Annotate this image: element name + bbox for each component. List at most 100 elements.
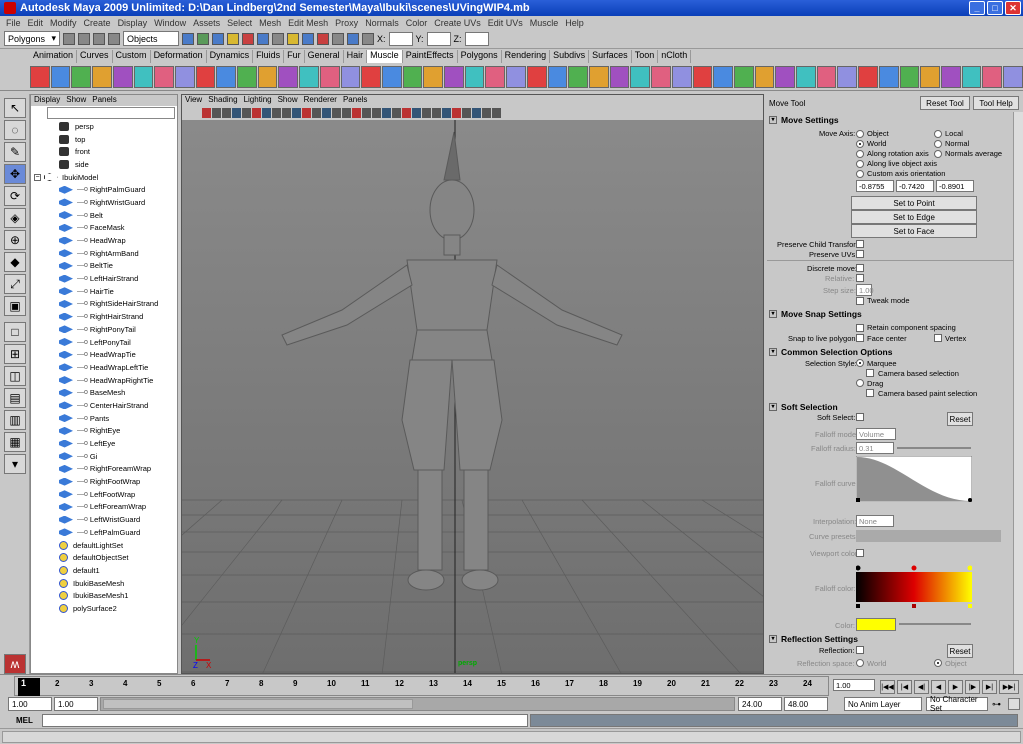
menu-mesh[interactable]: Mesh [259,18,281,28]
falloff-mode-dropdown[interactable]: Volume [856,428,896,440]
minimize-button[interactable]: _ [969,1,985,15]
layout-menu-icon[interactable]: ▾ [4,454,26,474]
render-settings-icon[interactable] [332,32,344,45]
selection-mode-icon[interactable] [108,32,120,45]
outliner-search-input[interactable] [47,107,175,119]
outliner-item[interactable]: side [31,158,177,171]
shelf-tool-icon[interactable] [588,65,609,88]
outliner-item[interactable]: —o HairTie [31,285,177,298]
shelf-tab-rendering[interactable]: Rendering [502,50,551,63]
viewport-tool-icon[interactable] [362,108,371,118]
snap-curve-icon[interactable] [242,32,254,45]
outliner-layout-icon[interactable]: ▤ [4,388,26,408]
shelf-tab-polygons[interactable]: Polygons [458,50,502,63]
menu-normals[interactable]: Normals [365,18,399,28]
reflection-reset-button[interactable]: Reset [947,644,973,658]
retain-spacing-checkbox[interactable] [856,324,864,332]
preserve-uvs-checkbox[interactable] [856,250,864,258]
shelf-tool-icon[interactable] [278,65,299,88]
viewport-tool-icon[interactable] [202,108,211,118]
axis-y-field[interactable]: -0.7420 [896,180,934,192]
play-backwards-icon[interactable]: ◀ [931,680,946,694]
viewport-tool-icon[interactable] [322,108,331,118]
input-lock-icon[interactable] [362,32,374,45]
outliner-item[interactable]: —o RightWristGuard [31,196,177,209]
shelf-tab-hair[interactable]: Hair [344,50,368,63]
hypergraph-layout-icon[interactable]: ▦ [4,432,26,452]
shelf-tab-surfaces[interactable]: Surfaces [589,50,632,63]
relative-checkbox[interactable] [856,274,864,282]
viewport-tool-icon[interactable] [302,108,311,118]
shelf-tool-icon[interactable] [899,65,920,88]
shelf-tab-deformation[interactable]: Deformation [151,50,207,63]
go-to-end-icon[interactable]: ▶▶| [999,680,1019,694]
outliner-item[interactable]: —o LeftWristGuard [31,513,177,526]
menu-proxy[interactable]: Proxy [335,18,358,28]
outliner-item[interactable]: —o RightArmBand [31,247,177,260]
shelf-tool-icon[interactable] [485,65,506,88]
outliner-item[interactable]: —o RightPalmGuard [31,183,177,196]
outliner-item[interactable]: —o RightPonyTail [31,323,177,336]
shelf-tool-icon[interactable] [154,65,174,88]
viewport-menu-renderer[interactable]: Renderer [304,95,337,106]
outliner-item[interactable]: —o RightHairStrand [31,310,177,323]
four-layout-icon[interactable]: ⊞ [4,344,26,364]
snap-grid-icon[interactable] [227,32,239,45]
shelf-tool-icon[interactable] [133,65,154,88]
selection-mode-dropdown[interactable]: Objects [123,31,179,46]
range-bar[interactable] [100,697,735,711]
curve-presets-row[interactable] [856,530,1001,542]
animation-end-field[interactable]: 48.00 [784,697,828,711]
viewport-tool-icon[interactable] [342,108,351,118]
timeline-track[interactable]: 1 2 3 4 5 6 7 8 9 10 11 12 13 14 15 16 17 18 19 20 21 22 23 24 [14,676,829,696]
shelf-tool-icon[interactable] [858,65,878,88]
prefs-icon[interactable] [1008,698,1020,710]
viewport-tool-icon[interactable] [462,108,471,118]
select-component-icon[interactable] [212,32,224,45]
shelf-tool-icon[interactable] [630,65,651,88]
reset-tool-button[interactable]: Reset Tool [920,96,970,110]
shelf-tab-dynamics[interactable]: Dynamics [207,50,254,63]
viewport-tool-icon[interactable] [452,108,461,118]
shelf-tool-icon[interactable] [257,65,278,88]
shelf-tab-animation[interactable]: Animation [30,50,78,63]
new-scene-icon[interactable] [63,32,75,45]
menu-color[interactable]: Color [406,18,428,28]
outliner-item[interactable]: —o LeftEye [31,437,177,450]
viewport-tool-icon[interactable] [492,108,501,118]
shelf-tab-fur[interactable]: Fur [284,50,305,63]
save-scene-icon[interactable] [93,32,105,45]
set-to-face-button[interactable]: Set to Face [851,224,977,238]
axis-normals-avg-radio[interactable] [934,150,942,158]
outliner-item[interactable]: —o FaceMask [31,222,177,235]
shelf-tool-icon[interactable] [940,65,961,88]
vertex-checkbox[interactable] [934,334,942,342]
soft-reset-button[interactable]: Reset [947,412,973,426]
falloff-radius-slider[interactable] [897,447,971,449]
shelf-tool-icon[interactable] [920,65,940,88]
preserve-child-checkbox[interactable] [856,240,864,248]
shelf-tool-icon[interactable] [174,65,195,88]
shelf-tab-subdivs[interactable]: Subdivs [550,50,590,63]
menu-display[interactable]: Display [118,18,148,28]
paint-select-tool-icon[interactable]: ✎ [4,142,26,162]
viewport-menu-view[interactable]: View [185,95,202,106]
menu-set-dropdown[interactable]: Polygons ▾ [4,31,60,46]
shelf-tool-icon[interactable] [837,65,858,88]
shelf-tool-icon[interactable] [361,65,381,88]
outliner-item[interactable]: − IbukiModel [31,171,177,184]
soft-mod-tool-icon[interactable]: ◆ [4,252,26,272]
playback-end-field[interactable]: 24.00 [738,697,782,711]
discrete-move-checkbox[interactable] [856,264,864,272]
show-manip-tool-icon[interactable]: ⤢ [4,274,26,294]
viewport-tool-icon[interactable] [432,108,441,118]
viewport-tool-icon[interactable] [272,108,281,118]
expand-collapse-icon[interactable]: − [34,173,41,181]
menu-assets[interactable]: Assets [193,18,220,28]
collapse-icon[interactable]: ▾ [769,310,777,318]
axis-object-radio[interactable] [856,130,864,138]
outliner-item[interactable]: —o RightEye [31,425,177,438]
shelf-tool-icon[interactable] [423,65,444,88]
reflection-object-radio[interactable] [934,659,942,667]
menu-edit[interactable]: Edit [28,18,44,28]
